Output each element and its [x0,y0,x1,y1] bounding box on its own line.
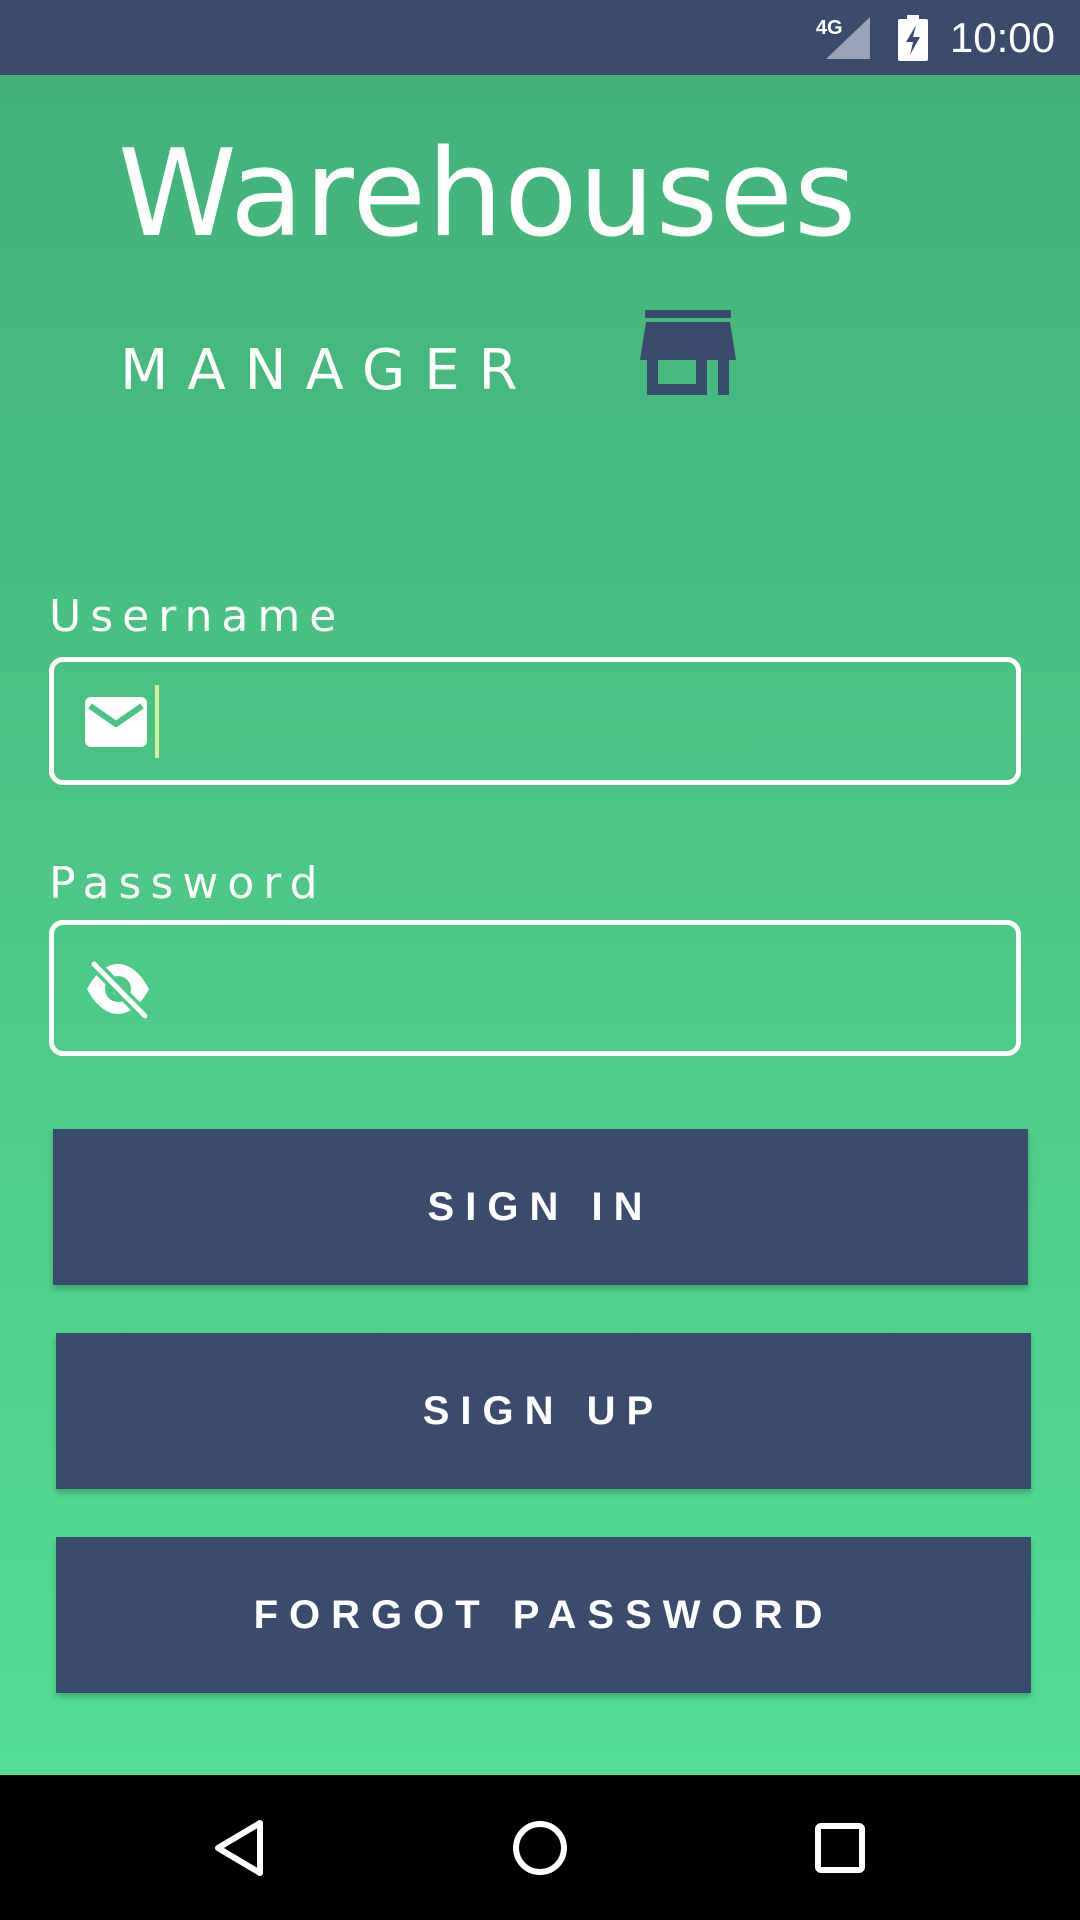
username-field[interactable] [49,657,1021,785]
nav-home-button[interactable] [470,1775,610,1920]
network-type: 4G [815,16,843,39]
app-title: Warehouses [118,125,858,264]
password-input[interactable] [154,935,996,1041]
screen: 4G 10:00 Warehouses MANAGER Username Pas… [0,0,1080,1920]
nav-back-button[interactable] [170,1775,310,1920]
password-label: Password [49,858,327,909]
username-label: Username [49,591,346,642]
battery-charging-icon [897,14,928,61]
home-circle-icon [513,1820,567,1875]
text-cursor [155,685,159,758]
signal-indicator: 4G [815,13,874,63]
status-indicators: 4G 10:00 [815,0,1055,75]
back-triangle-icon [215,1819,263,1876]
eye-off-icon[interactable] [85,958,151,1020]
recents-square-icon [815,1822,865,1873]
username-input[interactable] [154,672,996,770]
app-subtitle: MANAGER [120,338,537,403]
login-screen: Warehouses MANAGER Username Password SIG… [0,75,1080,1775]
sign-up-button[interactable]: SIGN UP [56,1333,1031,1489]
mail-icon [85,697,147,747]
navigation-bar [0,1775,1080,1920]
nav-recents-button[interactable] [770,1775,910,1920]
password-field[interactable] [49,920,1021,1056]
forgot-password-button[interactable]: FORGOT PASSWORD [56,1537,1031,1693]
status-clock: 10:00 [949,13,1055,61]
status-bar: 4G 10:00 [0,0,1080,75]
storefront-icon [640,310,736,395]
sign-in-button[interactable]: SIGN IN [53,1129,1028,1285]
